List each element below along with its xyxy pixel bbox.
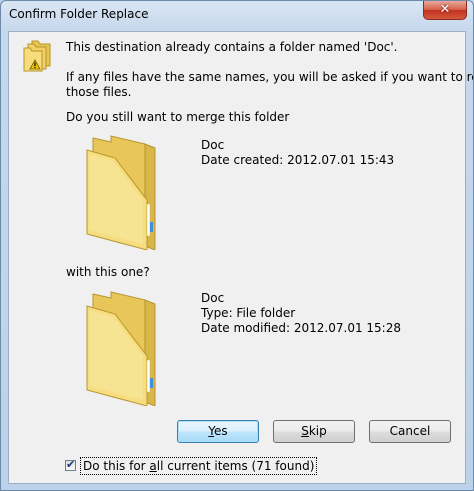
merge-question: Do you still want to merge this folder — [66, 110, 290, 124]
apply-label-access-key: a — [149, 459, 157, 473]
window-title: Confirm Folder Replace — [9, 7, 149, 21]
source-folder-date-modified: Date modified: 2012.07.01 15:28 — [201, 321, 401, 335]
message-line-1: This destination already contains a fold… — [66, 40, 398, 54]
apply-label-post: ll current items (71 found) — [156, 459, 315, 473]
folder-warning-icon — [23, 40, 51, 72]
apply-to-all-label[interactable]: Do this for all current items (71 found) — [80, 457, 318, 475]
apply-label-pre: Do this for — [83, 459, 150, 473]
cancel-button[interactable]: Cancel — [369, 420, 451, 443]
dialog-content: This destination already contains a fold… — [8, 31, 473, 484]
destination-folder-icon — [86, 135, 156, 250]
close-icon: ✕ — [439, 2, 451, 17]
message-line-3: those files. — [66, 85, 132, 99]
dialog-window: Confirm Folder Replace ✕ This destinatio… — [0, 0, 474, 491]
yes-label: es — [214, 424, 228, 438]
source-folder-name: Doc — [201, 291, 225, 305]
checkmark-icon: ✔ — [66, 458, 76, 471]
yes-button[interactable]: Yes — [177, 420, 259, 443]
with-this-one-label: with this one? — [66, 265, 150, 279]
destination-folder-date-created: Date created: 2012.07.01 15:43 — [201, 153, 395, 167]
source-folder-type: Type: File folder — [201, 306, 296, 320]
skip-label: kip — [308, 424, 327, 438]
skip-button[interactable]: Skip — [273, 420, 355, 443]
destination-folder-name: Doc — [201, 138, 225, 152]
close-button[interactable]: ✕ — [423, 1, 467, 20]
apply-to-all-checkbox[interactable]: ✔ — [65, 458, 76, 471]
title-bar[interactable]: Confirm Folder Replace ✕ — [1, 1, 473, 31]
message-line-2: If any files have the same names, you wi… — [66, 70, 474, 84]
skip-access-key: S — [301, 424, 309, 438]
source-folder-icon — [86, 291, 156, 406]
